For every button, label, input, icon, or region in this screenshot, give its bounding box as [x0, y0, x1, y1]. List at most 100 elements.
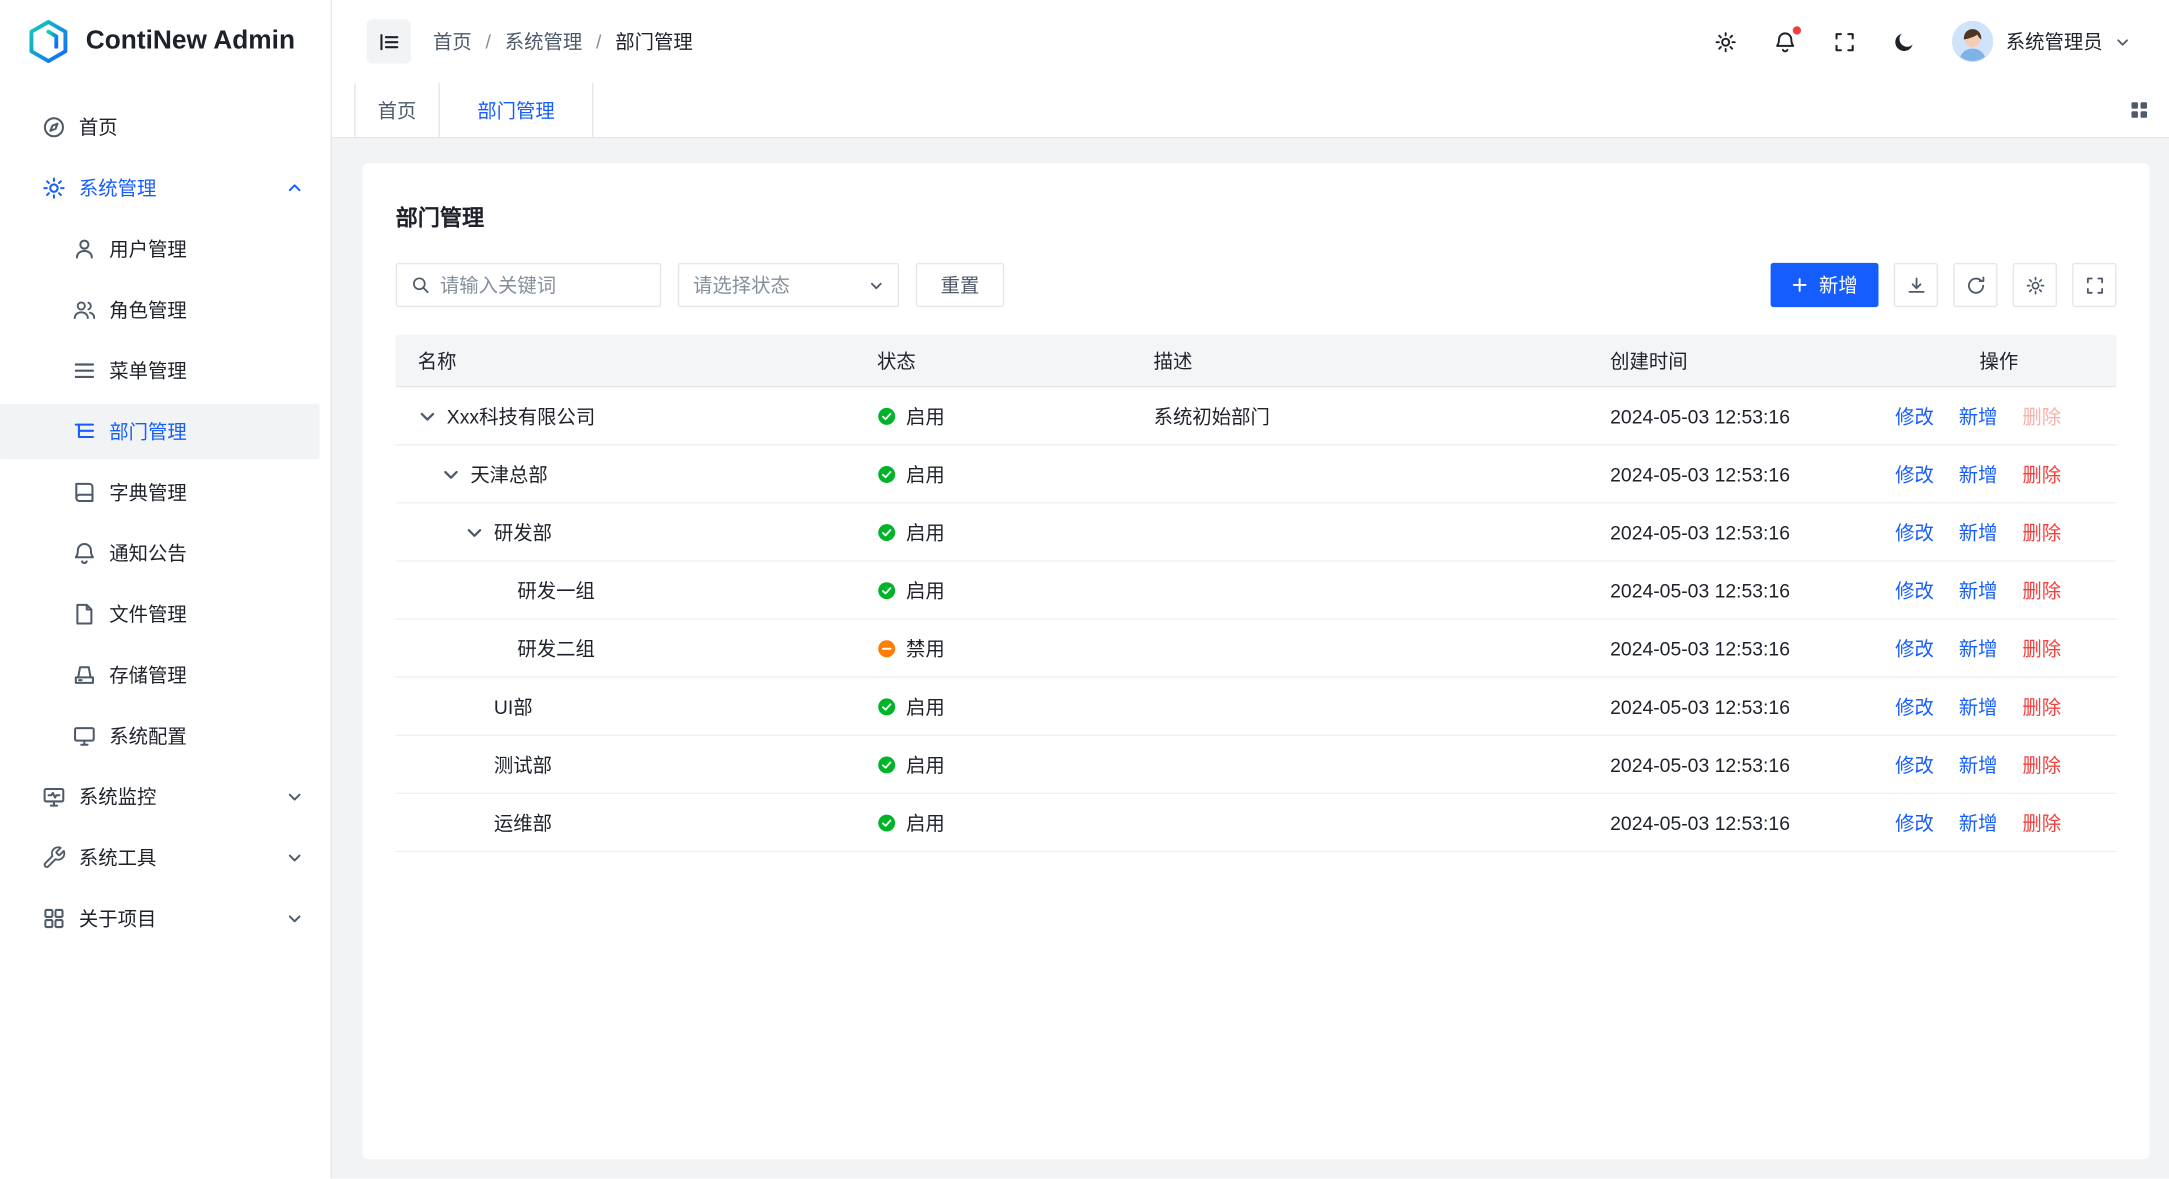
- status-cell: 启用: [855, 809, 1132, 837]
- status-enabled-icon: [877, 696, 896, 715]
- reset-button[interactable]: 重置: [916, 263, 1005, 307]
- sidebar-item-menu-management[interactable]: 菜单管理: [0, 343, 320, 398]
- add-link[interactable]: 新增: [1959, 460, 1998, 488]
- dept-name-cell: 测试部: [396, 750, 855, 778]
- status-label: 启用: [906, 576, 945, 604]
- created-time-cell: 2024-05-03 12:53:16: [1588, 405, 1881, 427]
- breadcrumb-item[interactable]: 系统管理: [505, 28, 582, 56]
- export-download-button[interactable]: [1894, 263, 1938, 307]
- logo-area[interactable]: ContiNew Admin: [0, 0, 331, 83]
- sidebar-item-about-project[interactable]: 关于项目: [0, 891, 320, 946]
- row-actions: 修改新增删除: [1881, 460, 2116, 488]
- sidebar-item-user-management[interactable]: 用户管理: [0, 221, 320, 276]
- sidebar-item-storage-management[interactable]: 存储管理: [0, 647, 320, 702]
- status-label: 启用: [906, 750, 945, 778]
- breadcrumb-separator: /: [596, 30, 601, 52]
- sidebar-item-role-management[interactable]: 角色管理: [0, 282, 320, 337]
- edit-link[interactable]: 修改: [1895, 518, 1934, 546]
- sidebar-item-home[interactable]: 首页: [0, 100, 320, 155]
- tab-layout-grid-icon[interactable]: [2129, 100, 2150, 121]
- status-enabled-icon: [877, 464, 896, 483]
- notification-dot: [1793, 26, 1801, 34]
- menu-fold-icon: [377, 30, 401, 54]
- add-button[interactable]: 新增: [1771, 263, 1879, 307]
- status-cell: 启用: [855, 518, 1132, 546]
- sidebar-item-label: 系统配置: [109, 722, 186, 750]
- user-name: 系统管理员: [2006, 28, 2103, 56]
- search-icon: [411, 275, 430, 294]
- edit-link[interactable]: 修改: [1895, 692, 1934, 720]
- status-cell: 启用: [855, 576, 1132, 604]
- add-link[interactable]: 新增: [1959, 750, 1998, 778]
- edit-link[interactable]: 修改: [1895, 402, 1934, 430]
- add-link[interactable]: 新增: [1959, 576, 1998, 604]
- breadcrumb-item[interactable]: 首页: [433, 28, 472, 56]
- status-disabled-icon: [877, 638, 896, 657]
- delete-link[interactable]: 删除: [2022, 518, 2061, 546]
- table-settings-button[interactable]: [2013, 263, 2057, 307]
- settings-icon[interactable]: [1714, 30, 1738, 54]
- add-link[interactable]: 新增: [1959, 518, 1998, 546]
- status-label: 启用: [906, 809, 945, 837]
- status-select[interactable]: 请选择状态: [678, 263, 899, 307]
- add-link[interactable]: 新增: [1959, 402, 1998, 430]
- created-time-cell: 2024-05-03 12:53:16: [1588, 695, 1881, 717]
- app-window: ContiNew Admin 首页系统管理用户管理角色管理菜单管理部门管理字典管…: [0, 0, 2169, 1179]
- delete-link[interactable]: 删除: [2022, 750, 2061, 778]
- sidebar-item-system-config[interactable]: 系统配置: [0, 708, 320, 763]
- sidebar-item-system-monitor[interactable]: 系统监控: [0, 769, 320, 824]
- add-link[interactable]: 新增: [1959, 692, 1998, 720]
- delete-link[interactable]: 删除: [2022, 809, 2061, 837]
- tab-department[interactable]: 部门管理: [440, 83, 594, 137]
- edit-link[interactable]: 修改: [1895, 809, 1934, 837]
- column-header-actions: 操作: [1881, 347, 2116, 375]
- delete-link[interactable]: 删除: [2022, 460, 2061, 488]
- dark-mode-moon-icon[interactable]: [1892, 30, 1916, 54]
- row-expand-toggle-icon[interactable]: [441, 464, 460, 483]
- edit-link[interactable]: 修改: [1895, 750, 1934, 778]
- add-link[interactable]: 新增: [1959, 809, 1998, 837]
- fullscreen-icon[interactable]: [1833, 30, 1857, 54]
- breadcrumb-item[interactable]: 部门管理: [615, 28, 692, 56]
- tab-home[interactable]: 首页: [354, 83, 440, 137]
- created-time-cell: 2024-05-03 12:53:16: [1588, 637, 1881, 659]
- keyword-search-box: [396, 263, 662, 307]
- sidebar-collapse-button[interactable]: [367, 19, 411, 63]
- file-icon: [72, 602, 97, 627]
- chevron-up-icon: [286, 180, 303, 197]
- edit-link[interactable]: 修改: [1895, 576, 1934, 604]
- status-enabled-icon: [877, 580, 896, 599]
- add-link[interactable]: 新增: [1959, 634, 1998, 662]
- delete-link[interactable]: 删除: [2022, 692, 2061, 720]
- table-fullscreen-button[interactable]: [2072, 263, 2116, 307]
- row-expand-toggle-icon[interactable]: [465, 522, 484, 541]
- download-icon: [1905, 275, 1926, 296]
- edit-link[interactable]: 修改: [1895, 634, 1934, 662]
- sidebar-item-label: 文件管理: [109, 600, 186, 628]
- dept-name-cell: UI部: [396, 692, 855, 720]
- sidebar-item-notice-management[interactable]: 通知公告: [0, 526, 320, 581]
- sidebar-item-system-management[interactable]: 系统管理: [0, 160, 320, 215]
- user-menu[interactable]: 系统管理员: [1952, 21, 2130, 62]
- dept-name: 研发二组: [517, 634, 594, 662]
- delete-link[interactable]: 删除: [2022, 402, 2061, 430]
- sidebar-item-file-management[interactable]: 文件管理: [0, 587, 320, 642]
- sidebar-item-label: 关于项目: [79, 905, 156, 933]
- sidebar-item-label: 菜单管理: [109, 357, 186, 385]
- table-header-row: 名称 状态 描述 创建时间 操作: [396, 335, 2117, 388]
- keyword-search-input[interactable]: [440, 274, 646, 296]
- edit-link[interactable]: 修改: [1895, 460, 1934, 488]
- delete-link[interactable]: 删除: [2022, 634, 2061, 662]
- page-title: 部门管理: [396, 199, 2117, 232]
- sidebar-item-department-management[interactable]: 部门管理: [0, 404, 320, 459]
- sidebar-item-system-tools[interactable]: 系统工具: [0, 830, 320, 885]
- row-expand-toggle-icon[interactable]: [418, 406, 437, 425]
- delete-link[interactable]: 删除: [2022, 576, 2061, 604]
- refresh-button[interactable]: [1953, 263, 1997, 307]
- created-time-cell: 2024-05-03 12:53:16: [1588, 579, 1881, 601]
- notification-bell-icon[interactable]: [1773, 30, 1797, 54]
- add-button-label: 新增: [1819, 271, 1858, 299]
- storage-icon: [72, 663, 97, 688]
- dept-name: 测试部: [494, 750, 552, 778]
- sidebar-item-dict-management[interactable]: 字典管理: [0, 465, 320, 520]
